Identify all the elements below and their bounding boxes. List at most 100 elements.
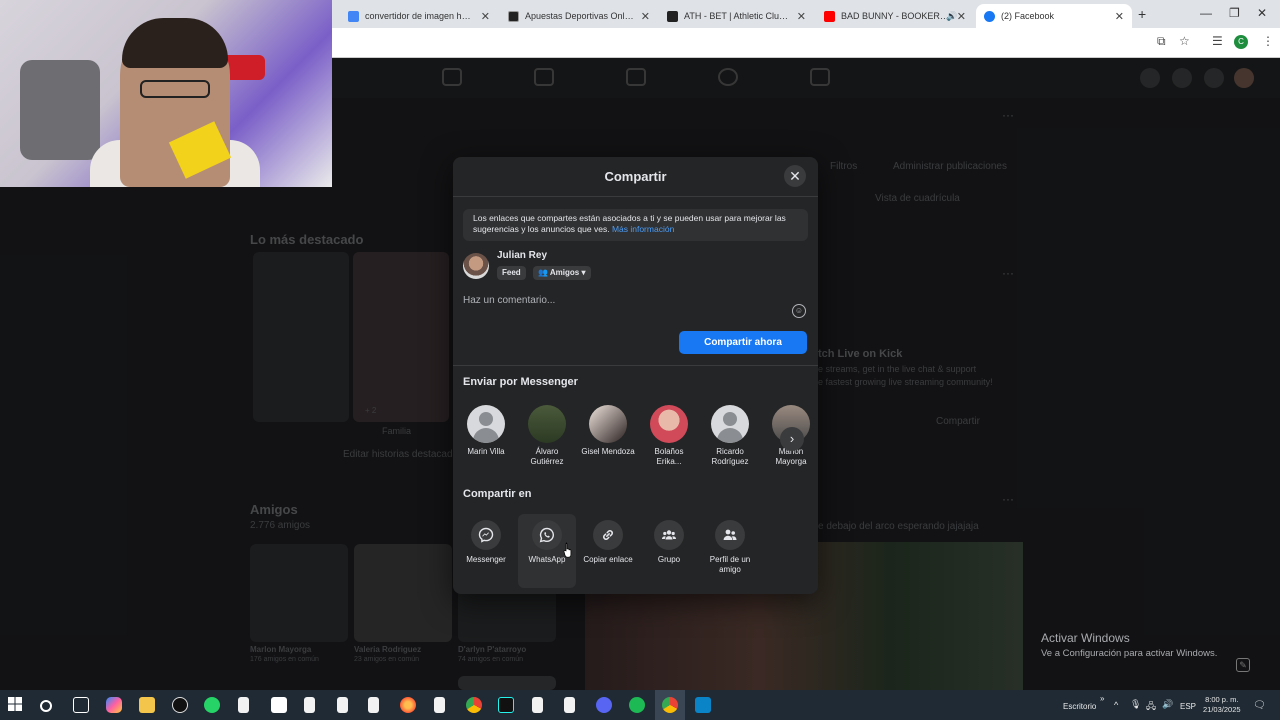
app-icon[interactable] <box>172 697 188 713</box>
maximize-window-button[interactable]: ❐ <box>1229 6 1240 20</box>
tiktok-icon[interactable] <box>498 697 514 713</box>
privacy-notice: Los enlaces que compartes están asociado… <box>463 209 808 241</box>
emoji-icon[interactable]: ☺ <box>792 304 806 318</box>
close-dialog-button[interactable]: ✕ <box>784 165 806 187</box>
hand-cursor-icon <box>563 542 572 558</box>
share-target-label: Copiar enlace <box>583 555 633 564</box>
volume-icon[interactable]: 🔊 <box>1162 699 1173 710</box>
close-tab-icon[interactable]: ✕ <box>1115 10 1124 23</box>
document-icon[interactable] <box>337 697 348 713</box>
audience-label: Amigos <box>549 268 580 277</box>
profile-avatar[interactable]: C <box>1234 35 1248 49</box>
app-icon[interactable] <box>695 697 711 713</box>
minimize-window-button[interactable]: — <box>1200 6 1212 20</box>
contact-bolanos-erika[interactable]: Bolaños Erika... <box>641 405 697 467</box>
contact-name: Ricardo Rodríguez <box>711 447 749 466</box>
browser-tab-3[interactable]: ATH - BET | Athletic Club vs Re ✕ <box>659 4 814 28</box>
caret-up-icon[interactable]: ^ <box>1114 700 1118 710</box>
feed-selector[interactable]: Feed <box>497 266 526 280</box>
browser-tab-facebook[interactable]: (2) Facebook ✕ <box>976 4 1132 28</box>
search-icon[interactable] <box>40 700 52 712</box>
contact-ricardo-rodriguez[interactable]: Ricardo Rodríguez <box>702 405 758 467</box>
notification-center-icon[interactable]: 🗨 <box>1253 700 1266 711</box>
close-window-button[interactable]: ✕ <box>1257 6 1267 20</box>
browser-tab-4[interactable]: BAD BUNNY - BOOKER T ( 🔊 ✕ <box>816 4 974 28</box>
divider <box>453 365 818 366</box>
browser-tab-1[interactable]: convertidor de imagen hdmi a ✕ <box>340 4 498 28</box>
messenger-icon <box>471 520 501 550</box>
chrome-icon[interactable] <box>466 697 482 713</box>
tab-title: (2) Facebook <box>1001 11 1055 21</box>
document-icon[interactable] <box>564 697 575 713</box>
language-indicator[interactable]: ESP <box>1180 702 1196 711</box>
chrome-active-icon[interactable] <box>662 697 678 713</box>
contact-name: Álvaro Gutiérrez <box>530 447 564 466</box>
close-tab-icon[interactable]: ✕ <box>481 10 490 23</box>
webcam-overlay <box>0 0 332 187</box>
chevron-right-icon[interactable]: » <box>1100 694 1104 703</box>
file-explorer-icon[interactable] <box>139 697 155 713</box>
share-messenger-button[interactable]: Messenger <box>457 514 515 588</box>
contact-name: Bolaños Erika... <box>654 447 684 466</box>
contact-marin-villa[interactable]: Marin Villa <box>458 405 514 457</box>
audience-selector[interactable]: 👥 Amigos ▾ <box>533 266 591 280</box>
network-icon[interactable]: 🖧 <box>1146 699 1156 715</box>
google-favicon-icon <box>348 10 359 22</box>
share-friend-profile-button[interactable]: Perfil de un amigo <box>701 514 759 588</box>
comment-input[interactable]: Haz un comentario... <box>463 295 555 306</box>
windows-start-icon[interactable] <box>8 697 24 713</box>
browser-menu-icon[interactable]: ⋮ <box>1262 34 1274 48</box>
caret-down-icon: ▾ <box>581 268 586 277</box>
taskbar-clock[interactable]: 8:00 p. m. 21/03/2025 <box>1203 695 1241 715</box>
discord-icon[interactable] <box>596 697 612 713</box>
copilot-icon[interactable] <box>106 697 122 713</box>
share-dialog: Compartir ✕ Los enlaces que compartes es… <box>453 157 818 594</box>
whatsapp-taskbar-icon[interactable] <box>204 697 220 713</box>
site-favicon-icon <box>508 10 519 22</box>
facebook-favicon-icon <box>984 10 995 22</box>
close-tab-icon[interactable]: ✕ <box>957 10 966 23</box>
document-icon[interactable] <box>304 697 315 713</box>
friend-profile-icon <box>715 520 745 550</box>
tab-title: Apuestas Deportivas Online - C <box>525 11 635 21</box>
tab-title: convertidor de imagen hdmi a <box>365 11 475 21</box>
user-name: Julian Rey <box>497 250 548 261</box>
contact-alvaro-gutierrez[interactable]: Álvaro Gutiérrez <box>519 405 575 467</box>
more-info-link[interactable]: Más información <box>612 224 674 234</box>
close-tab-icon[interactable]: ✕ <box>641 10 650 23</box>
extensions-icon[interactable]: ☰ <box>1212 34 1223 48</box>
tab-title: BAD BUNNY - BOOKER T ( <box>841 11 951 21</box>
install-app-icon[interactable]: ⧉ <box>1157 34 1166 49</box>
microphone-icon[interactable]: 🎙 <box>1130 699 1141 710</box>
tab-title: ATH - BET | Athletic Club vs Re <box>684 11 791 21</box>
audio-icon[interactable]: 🔊 <box>946 11 957 22</box>
share-now-button[interactable]: Compartir ahora <box>679 331 807 354</box>
share-target-label: Grupo <box>657 555 681 564</box>
document-icon[interactable] <box>238 697 249 713</box>
firefox-icon[interactable] <box>400 697 416 713</box>
document-icon[interactable] <box>532 697 543 713</box>
contact-name: Gisel Mendoza <box>581 447 635 456</box>
user-avatar <box>463 253 489 279</box>
bookmark-star-icon[interactable]: ☆ <box>1179 34 1190 48</box>
contact-gisel-mendoza[interactable]: Gisel Mendoza <box>580 405 636 457</box>
task-view-icon[interactable] <box>73 697 89 713</box>
contact-avatar <box>528 405 566 443</box>
close-tab-icon[interactable]: ✕ <box>797 10 806 23</box>
desktop-label[interactable]: Escritorio <box>1063 702 1096 711</box>
spotify-icon[interactable] <box>629 697 645 713</box>
browser-tab-2[interactable]: Apuestas Deportivas Online - C ✕ <box>500 4 658 28</box>
group-icon <box>654 520 684 550</box>
capcut-icon[interactable] <box>271 697 287 713</box>
dialog-title: Compartir <box>453 157 818 197</box>
share-group-button[interactable]: Grupo <box>640 514 698 588</box>
friends-icon: 👥 <box>538 268 548 277</box>
new-tab-button[interactable]: + <box>1138 6 1146 22</box>
chevron-right-icon[interactable]: › <box>780 427 804 451</box>
compose-icon[interactable]: ✎ <box>1236 658 1250 672</box>
copy-link-button[interactable]: Copiar enlace <box>579 514 637 588</box>
document-icon[interactable] <box>368 697 379 713</box>
contact-avatar <box>650 405 688 443</box>
clock-date: 21/03/2025 <box>1203 705 1241 714</box>
document-icon[interactable] <box>434 697 445 713</box>
